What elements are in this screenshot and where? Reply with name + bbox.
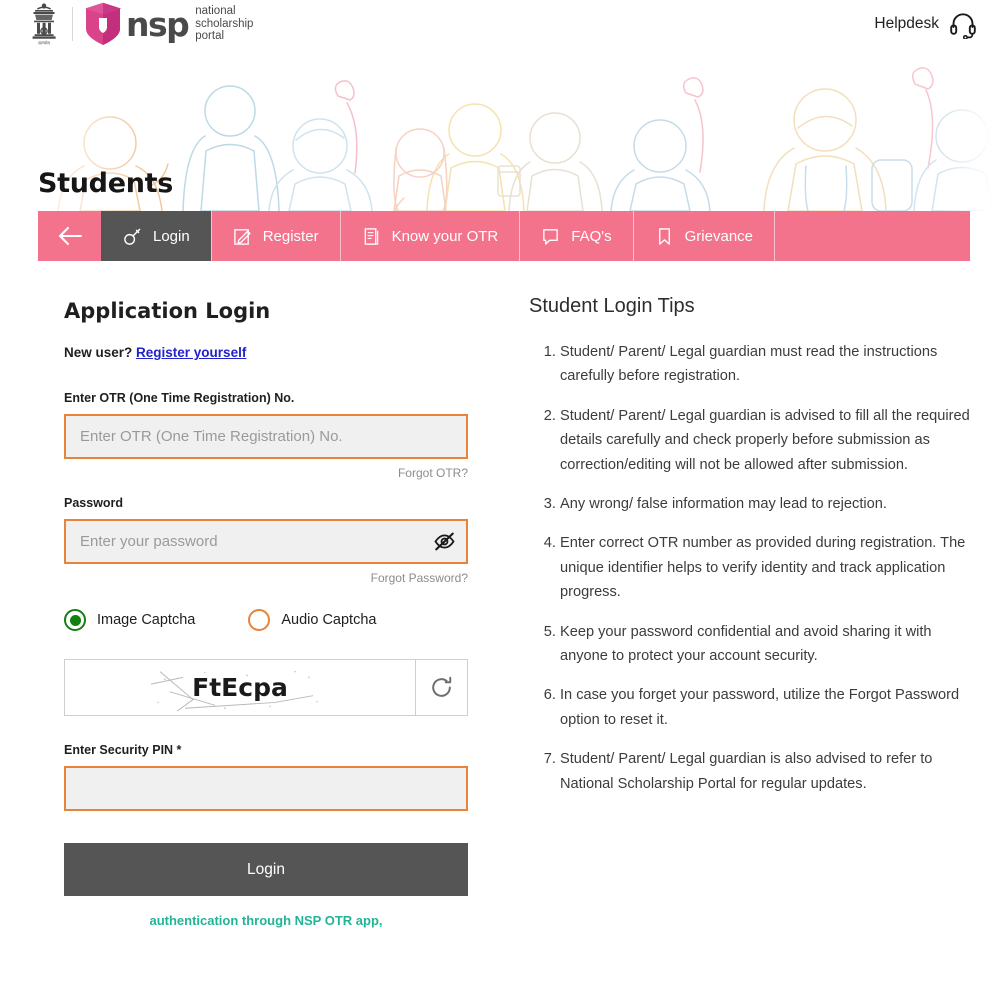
nsp-tagline-line3: portal [195,30,225,43]
list-item: Student/ Parent/ Legal guardian must rea… [560,340,974,389]
tab-grievance[interactable]: Grievance [632,211,774,261]
eye-slash-icon [433,532,455,551]
radio-image-captcha-label: Image Captcha [97,612,196,628]
otr-input-wrapper[interactable] [64,414,468,459]
password-input[interactable] [66,521,422,562]
security-pin-input[interactable] [66,768,466,809]
tips-title: Student Login Tips [529,295,695,317]
nsp-tagline-line2: scholarship [195,17,254,30]
tips-list: Student/ Parent/ Legal guardian must rea… [529,340,974,796]
headset-icon [950,13,976,39]
list-item: In case you forget your password, utiliz… [560,683,974,732]
refresh-icon [432,676,452,697]
header-divider [72,7,73,41]
password-input-wrapper[interactable] [64,519,468,564]
list-item: Enter correct OTR number as provided dur… [560,531,974,604]
security-pin-label: Enter Security PIN * [64,743,182,757]
password-field-label: Password [64,496,124,510]
page-root: सत्यमेव nsp national scholarship portal … [0,0,1000,1000]
nsp-logo[interactable]: nsp national scholarship portal [83,2,253,46]
edit-pencil-icon [233,228,251,245]
list-item: Any wrong/ false information may lead to… [560,492,974,516]
tab-faqs[interactable]: FAQ's [519,211,632,261]
tab-register[interactable]: Register [210,211,340,261]
new-user-text: New user? [64,345,137,360]
tab-grievance-label: Grievance [684,227,754,245]
tab-register-label: Register [262,227,319,245]
radio-image-captcha-dot [64,609,86,631]
arrow-left-icon [58,226,82,246]
radio-audio-captcha[interactable]: Audio Captcha [248,609,376,631]
nsp-wordmark: nsp [126,4,190,44]
list-item: Keep your password confidential and avoi… [560,620,974,669]
helpdesk-label: Helpdesk [874,15,939,32]
security-pin-input-wrapper[interactable] [64,766,468,811]
document-icon [364,227,378,245]
captcha-text: FtEcpa [192,673,288,702]
login-panel: Application Login New user? Register you… [64,261,468,928]
new-user-line: New user? Register yourself [64,345,468,360]
navbar-filler [774,211,970,261]
list-item: Student/ Parent/ Legal guardian is advis… [560,404,974,477]
captcha-widget: FtEcpa [64,659,468,716]
otr-field-label: Enter OTR (One Time Registration) No. [64,391,295,405]
register-yourself-link[interactable]: Register yourself [136,345,246,360]
tab-login-label: Login [153,227,190,245]
forgot-password-link[interactable]: Forgot Password? [64,571,468,585]
helpdesk-button[interactable]: Helpdesk [874,9,978,39]
back-button[interactable] [38,211,101,261]
tips-panel: Student Login Tips Student/ Parent/ Lega… [529,261,974,811]
login-submit-button[interactable]: Login [64,843,468,896]
nsp-tagline: national scholarship portal [195,5,253,43]
tab-faq-otr-label: Know your OTR [391,227,499,245]
chat-bubble-icon [543,228,559,245]
bookmark-icon [658,227,670,245]
forgot-otr-link[interactable]: Forgot OTR? [64,466,468,480]
svg-text:सत्यमेव: सत्यमेव [38,40,50,46]
login-panel-title: Application Login [64,299,271,323]
tab-faqs-label: FAQ's [571,227,612,245]
india-national-emblem-icon: सत्यमेव [32,3,56,46]
nsp-shield-graduation-cap-icon [85,2,121,45]
password-visibility-toggle[interactable] [422,521,466,562]
list-item: Student/ Parent/ Legal guardian is also … [560,747,974,796]
radio-audio-captcha-label: Audio Captcha [281,612,377,628]
site-header: सत्यमेव nsp national scholarship portal … [0,0,1000,48]
captcha-type-radio-group: Image Captcha Audio Captcha [64,609,468,631]
captcha-refresh-button[interactable] [415,660,467,715]
tab-know-your-otr[interactable]: Know your OTR [339,211,520,261]
radio-image-captcha[interactable]: Image Captcha [64,609,195,631]
captcha-image: FtEcpa [65,660,415,715]
section-navbar: Login Register Know your OTR FAQ's Griev… [38,211,970,261]
hero-banner: Students [0,48,1000,211]
otr-input[interactable] [66,416,466,457]
page-title: Students [38,168,174,199]
tab-login[interactable]: Login [101,211,211,261]
nsp-tagline-line1: national [195,5,236,18]
otr-app-note: authentication through NSP OTR app, [149,913,383,928]
key-icon [124,228,141,245]
hero-fade-right [940,48,1000,211]
radio-audio-captcha-dot [248,609,271,631]
